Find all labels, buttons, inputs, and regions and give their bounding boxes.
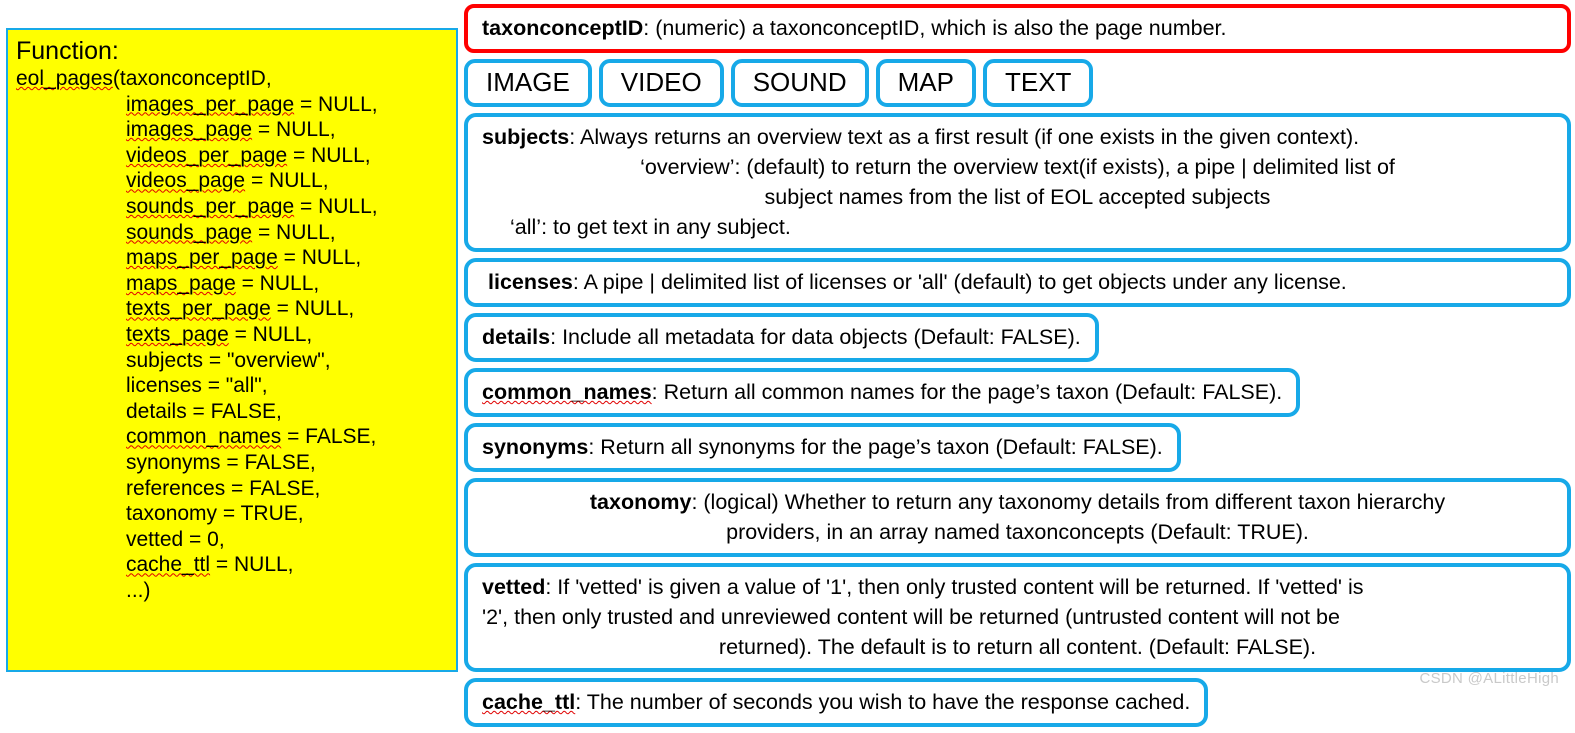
media-tag-map[interactable]: MAP	[875, 59, 976, 107]
function-param-token: sounds_page	[126, 220, 253, 244]
media-tag-text[interactable]: TEXT	[982, 59, 1094, 107]
function-signature-line: ...)	[16, 578, 448, 604]
function-code-token: = NULL,	[245, 169, 329, 193]
function-code-token: = NULL,	[294, 194, 378, 218]
media-tag-sound[interactable]: SOUND	[730, 59, 869, 107]
watermark: CSDN @ALittleHigh	[1419, 670, 1559, 687]
function-param-token: texts_per_page	[126, 297, 271, 321]
function-code-token: subjects = "overview",	[126, 348, 331, 372]
function-param-token: videos_per_page	[126, 143, 288, 167]
param-name-taxonomy: taxonomy	[589, 490, 692, 514]
param-desc-subjects-line-0: : Always returns an overview text as a f…	[569, 125, 1360, 149]
function-code-token: = NULL,	[210, 553, 294, 577]
media-type-tag-row: IMAGE VIDEO SOUND MAP TEXT	[464, 59, 1571, 107]
function-code-token: = NULL,	[235, 271, 320, 295]
param-box-common-names: common_names: Return all common names fo…	[464, 368, 1301, 417]
param-box-details: details: Include all metadata for data o…	[464, 313, 1099, 362]
function-code-token: licenses = "all",	[126, 374, 268, 398]
function-param-token: sounds_per_page	[126, 194, 295, 218]
param-desc-taxonomy-line-0: : (logical) Whether to return any taxono…	[691, 490, 1446, 514]
param-name-details: details	[482, 325, 551, 349]
parameter-list: taxonconceptID: (numeric) a taxonconcept…	[464, 4, 1571, 733]
param-name-common-names: common_names	[482, 380, 652, 404]
function-signature-line: texts_per_page = NULL,	[16, 296, 448, 322]
function-param-token: maps_per_page	[126, 246, 278, 270]
function-signature-line: synonyms = FALSE,	[16, 450, 448, 476]
function-code-token: = NULL,	[252, 220, 336, 244]
param-desc-taxonconceptid: : (numeric) a taxonconceptID, which is a…	[643, 16, 1227, 40]
param-box-cache-ttl: cache_ttl: The number of seconds you wis…	[464, 678, 1209, 727]
param-name-taxonconceptid: taxonconceptID	[482, 16, 644, 40]
function-signature-line: details = FALSE,	[16, 399, 448, 425]
function-code-token: = NULL,	[228, 322, 313, 346]
param-desc-details: : Include all metadata for data objects …	[550, 325, 1081, 349]
function-code-token: ...)	[126, 578, 151, 602]
param-desc-common-names: : Return all common names for the page’s…	[651, 380, 1283, 404]
function-param-token: cache_ttl	[126, 553, 211, 577]
function-code-token: synonyms = FALSE,	[126, 450, 316, 474]
param-desc-subjects-line-3: ‘all’: to get text in any subject.	[510, 215, 791, 239]
param-box-subjects: subjects: Always returns an overview tex…	[464, 113, 1571, 252]
param-desc-subjects-line-2: subject names from the list of EOL accep…	[764, 185, 1271, 209]
param-desc-licenses: : A pipe | delimited list of licenses or…	[572, 270, 1347, 294]
function-param-token: videos_page	[126, 169, 246, 193]
function-signature-line: texts_page = NULL,	[16, 322, 448, 348]
function-signature-line: eol_pages(taxonconceptID,	[16, 66, 448, 92]
param-desc-vetted-line-1: '2', then only trusted and unreviewed co…	[482, 605, 1340, 629]
function-signature-line: videos_per_page = NULL,	[16, 143, 448, 169]
function-panel-title: Function:	[16, 37, 119, 65]
param-desc-taxonomy-line-1: providers, in an array named taxonconcep…	[726, 520, 1309, 544]
function-param-token: common_names	[126, 425, 282, 449]
function-code-token: = NULL,	[294, 92, 378, 116]
function-code-token: (taxonconceptID,	[112, 67, 272, 90]
function-code-token: = FALSE,	[281, 425, 377, 449]
function-signature-line: videos_page = NULL,	[16, 168, 448, 194]
function-signature-line: images_per_page = NULL,	[16, 92, 448, 118]
param-desc-synonyms: : Return all synonyms for the page’s tax…	[588, 435, 1163, 459]
param-desc-cache-ttl: : The number of seconds you wish to have…	[575, 690, 1191, 714]
param-name-subjects: subjects	[482, 125, 570, 149]
function-param-token: texts_page	[126, 322, 229, 346]
function-signature-line: common_names = FALSE,	[16, 424, 448, 450]
function-param-token: maps_page	[126, 271, 236, 295]
function-signature-code: eol_pages(taxonconceptID, images_per_page…	[16, 66, 448, 603]
function-signature-line: sounds_per_page = NULL,	[16, 194, 448, 220]
media-tag-image[interactable]: IMAGE	[464, 59, 592, 107]
function-code-token: details = FALSE,	[126, 399, 282, 423]
function-code-token: = NULL,	[252, 118, 336, 142]
function-signature-line: maps_per_page = NULL,	[16, 245, 448, 271]
param-box-taxonomy: taxonomy: (logical) Whether to return an…	[464, 478, 1571, 557]
param-desc-vetted-line-0: : If 'vetted' is given a value of '1', t…	[545, 575, 1364, 599]
function-signature-line: images_page = NULL,	[16, 117, 448, 143]
param-desc-vetted-line-2: returned). The default is to return all …	[718, 635, 1317, 659]
function-signature-line: cache_ttl = NULL,	[16, 552, 448, 578]
function-param-token: images_per_page	[126, 92, 295, 116]
param-box-synonyms: synonyms: Return all synonyms for the pa…	[464, 423, 1181, 472]
function-code-token: = NULL,	[270, 297, 355, 321]
function-signature-line: vetted = 0,	[16, 527, 448, 553]
param-name-cache-ttl: cache_ttl	[482, 690, 576, 714]
function-code-token: = NULL,	[287, 143, 371, 167]
param-desc-subjects-line-1: ‘overview’: (default) to return the over…	[640, 155, 1395, 179]
function-signature-line: subjects = "overview",	[16, 348, 448, 374]
function-param-token: eol_pages	[16, 67, 113, 90]
param-box-taxonconceptid: taxonconceptID: (numeric) a taxonconcept…	[464, 4, 1571, 53]
function-signature-line: references = FALSE,	[16, 476, 448, 502]
param-box-licenses: licenses: A pipe | delimited list of lic…	[464, 258, 1571, 307]
function-code-token: vetted = 0,	[126, 527, 225, 551]
function-signature-line: sounds_page = NULL,	[16, 220, 448, 246]
function-signature-panel: Function: eol_pages(taxonconceptID, image…	[6, 28, 458, 672]
param-name-synonyms: synonyms	[482, 435, 589, 459]
param-box-vetted: vetted: If 'vetted' is given a value of …	[464, 563, 1571, 672]
function-code-token: references = FALSE,	[126, 476, 321, 500]
function-code-token: = NULL,	[277, 246, 362, 270]
function-signature-line: licenses = "all",	[16, 373, 448, 399]
media-tag-video[interactable]: VIDEO	[598, 59, 724, 107]
param-name-vetted: vetted	[482, 575, 546, 599]
param-name-licenses: licenses	[488, 270, 573, 294]
function-signature-line: taxonomy = TRUE,	[16, 501, 448, 527]
function-signature-line: maps_page = NULL,	[16, 271, 448, 297]
function-param-token: images_page	[126, 118, 253, 142]
function-code-token: taxonomy = TRUE,	[126, 502, 304, 526]
